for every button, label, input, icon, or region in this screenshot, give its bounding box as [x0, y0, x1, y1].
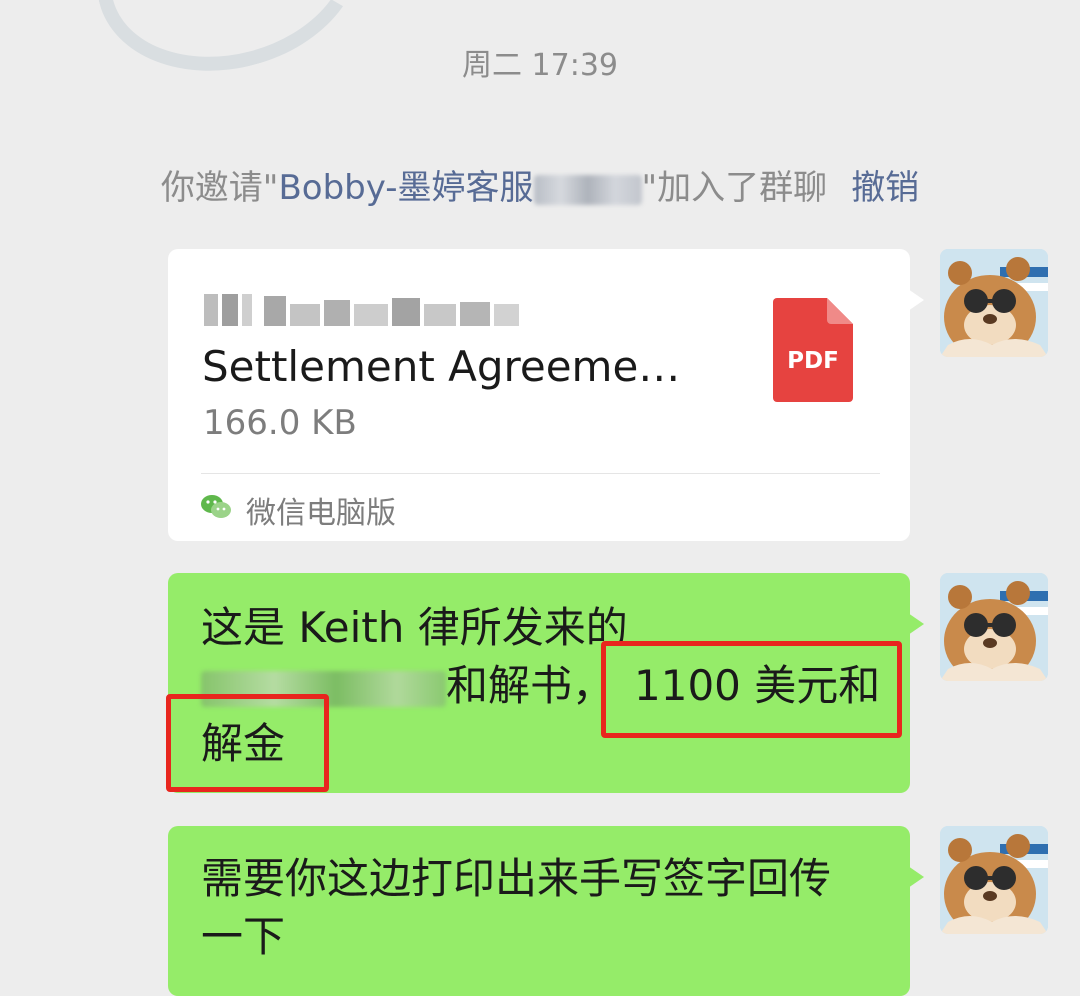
card-divider — [201, 473, 880, 474]
group-invite-notice: 你邀请"Bobby-墨婷客服 "加入了群聊 撤销 — [0, 160, 1080, 209]
avatar[interactable] — [940, 573, 1048, 681]
invite-suffix: "加入了群聊 — [641, 168, 828, 208]
revoke-link[interactable]: 撤销 — [851, 168, 919, 208]
avatar[interactable] — [940, 826, 1048, 934]
message-line: 一下 — [201, 912, 286, 961]
highlight-annotation — [601, 641, 902, 738]
redacted-name-part — [533, 174, 642, 205]
file-size: 166.0 KB — [203, 403, 357, 443]
invitee-name[interactable]: Bobby-墨婷客服 — [278, 168, 533, 208]
message-text: 和解书， — [446, 661, 615, 710]
file-source-label: 微信电脑版 — [246, 496, 396, 531]
wechat-icon — [200, 493, 232, 525]
avatar[interactable] — [940, 249, 1048, 357]
file-type-label: PDF — [787, 348, 839, 374]
pdf-file-icon: PDF — [773, 298, 853, 406]
file-name: Settlement Agreeme… — [202, 342, 681, 391]
redacted-file-prefix — [204, 290, 519, 330]
chat-timestamp: 周二 17:39 — [462, 48, 618, 83]
message-line: 这是 Keith 律所发来的 — [201, 603, 628, 652]
highlight-annotation — [166, 694, 329, 792]
invite-prefix: 你邀请" — [160, 168, 279, 208]
message-line: 需要你这边打印出来手写签字回传 — [201, 854, 832, 903]
